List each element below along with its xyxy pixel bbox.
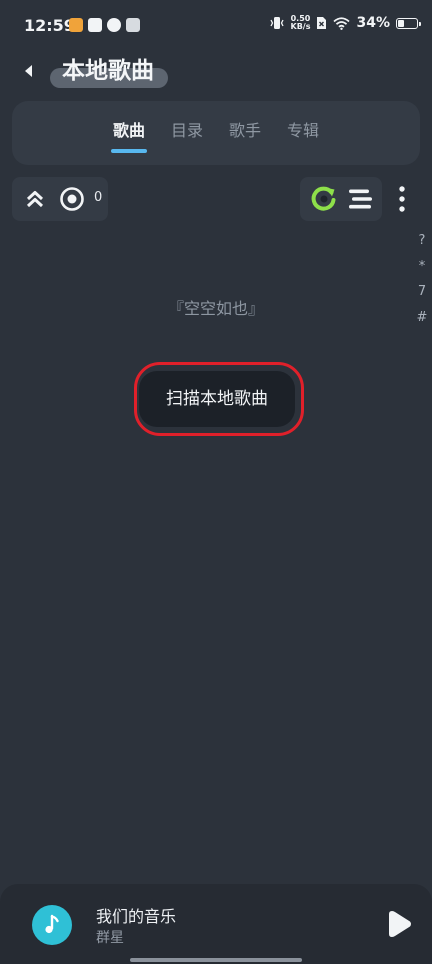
tab-songs-label: 歌曲 xyxy=(112,121,145,140)
collapse-button[interactable] xyxy=(20,184,50,214)
status-bar: 12:59 0.50 KB/s 34% xyxy=(0,0,432,52)
tab-artists-label: 歌手 xyxy=(229,121,262,140)
play-button[interactable] xyxy=(382,906,418,942)
empty-state-message: 『空空如也』 xyxy=(167,299,264,318)
back-arrow-icon xyxy=(25,65,32,77)
notification-icons xyxy=(69,18,140,32)
tab-artists[interactable]: 歌手 xyxy=(227,113,263,153)
double-chevron-up-icon xyxy=(26,191,44,208)
network-speed-unit: KB/s xyxy=(290,22,311,31)
more-options-button[interactable] xyxy=(388,182,416,216)
status-right: 0.50 KB/s 34% xyxy=(269,15,421,31)
more-vertical-icon xyxy=(399,186,405,212)
network-speed: 0.50 KB/s xyxy=(291,15,311,31)
link-notification-icon xyxy=(107,18,121,32)
index-letter[interactable]: * xyxy=(419,254,426,280)
wifi-icon xyxy=(333,16,351,30)
selected-count: 0 xyxy=(94,190,103,205)
tab-active-underline xyxy=(110,149,147,153)
refresh-button[interactable] xyxy=(308,183,340,215)
battery-tip xyxy=(419,21,421,26)
tab-songs[interactable]: 歌曲 xyxy=(110,113,147,153)
play-icon xyxy=(389,911,411,937)
index-letter[interactable]: ? xyxy=(419,228,426,254)
status-time: 12:59 xyxy=(24,16,75,35)
no-sim-icon xyxy=(317,17,327,29)
battery-icon xyxy=(396,17,421,29)
music-note-icon xyxy=(45,914,59,934)
scan-local-songs-button[interactable]: 扫描本地歌曲 xyxy=(139,371,295,427)
left-toolbar: 0 xyxy=(12,177,108,221)
gallery-notification-icon xyxy=(126,18,140,32)
mini-player[interactable]: 我们的音乐 群星 xyxy=(0,884,432,964)
tab-albums[interactable]: 专辑 xyxy=(285,113,321,153)
tab-folders[interactable]: 目录 xyxy=(169,113,205,153)
right-toolbar xyxy=(300,177,382,221)
page-title-area: 本地歌曲 xyxy=(50,56,168,90)
vibrate-icon xyxy=(269,17,284,29)
tab-folders-label: 目录 xyxy=(170,121,203,140)
tv-notification-icon xyxy=(88,18,102,32)
screen: 12:59 0.50 KB/s 34% 本地歌曲 歌曲 目录 歌手 专辑 0 ?… xyxy=(0,0,432,964)
refresh-icon xyxy=(311,186,336,211)
battery-percent: 34% xyxy=(356,15,390,31)
back-button[interactable] xyxy=(14,56,44,86)
locate-current-button[interactable] xyxy=(58,185,86,213)
battery-fill xyxy=(398,19,404,27)
tab-bar: 歌曲 目录 歌手 专辑 xyxy=(12,101,420,165)
album-art[interactable] xyxy=(32,905,72,945)
sort-lines-icon xyxy=(349,189,372,209)
home-indicator xyxy=(130,958,302,962)
tab-albums-label: 专辑 xyxy=(287,121,320,140)
sort-button[interactable] xyxy=(346,185,376,213)
target-icon xyxy=(60,187,84,211)
track-title: 我们的音乐 xyxy=(96,907,177,926)
track-artist: 群星 xyxy=(96,930,124,946)
weibo-notification-icon xyxy=(69,18,83,32)
page-title: 本地歌曲 xyxy=(62,58,154,84)
